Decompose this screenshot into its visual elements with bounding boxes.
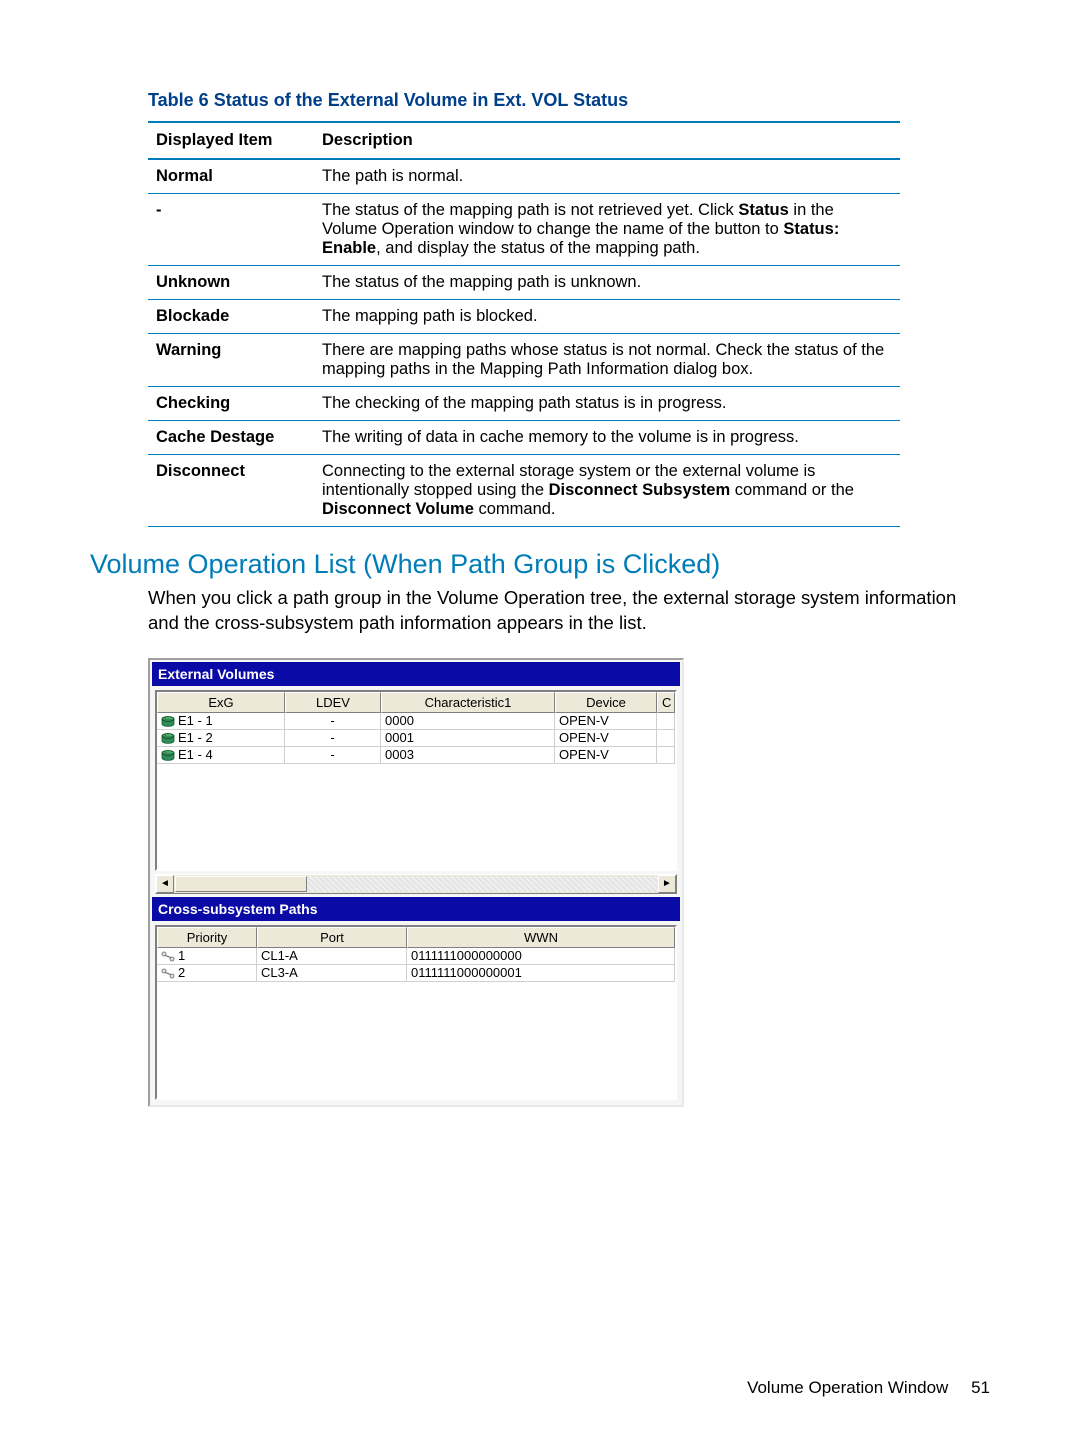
ev-cell-exg: E1 - 1 — [157, 713, 285, 730]
ev-header-char1[interactable]: Characteristic1 — [381, 692, 555, 713]
external-volume-row[interactable]: E1 - 1-0000OPEN-V — [157, 713, 675, 730]
ev-cell-ldev: - — [285, 730, 381, 747]
status-desc-cell: The mapping path is blocked. — [314, 300, 900, 334]
page-footer: Volume Operation Window 51 — [747, 1378, 990, 1398]
ev-cell-extra — [657, 730, 675, 747]
external-volumes-header-row: ExG LDEV Characteristic1 Device C — [157, 692, 675, 713]
status-item-cell: Warning — [148, 334, 314, 387]
footer-page-number: 51 — [971, 1378, 990, 1397]
status-item-cell: Blockade — [148, 300, 314, 334]
status-item-cell: Disconnect — [148, 455, 314, 527]
scroll-track[interactable] — [307, 876, 658, 892]
ev-cell-device: OPEN-V — [555, 747, 657, 764]
cp-cell-port: CL3-A — [257, 965, 407, 982]
ev-header-extra[interactable]: C — [657, 692, 675, 713]
ev-cell-ldev: - — [285, 713, 381, 730]
external-volumes-titlebar: External Volumes — [152, 662, 680, 686]
section-heading: Volume Operation List (When Path Group i… — [90, 549, 990, 580]
table-caption: Table 6 Status of the External Volume in… — [148, 90, 990, 111]
path-link-icon — [161, 951, 175, 962]
ev-cell-device: OPEN-V — [555, 730, 657, 747]
external-volume-row[interactable]: E1 - 4-0003OPEN-V — [157, 747, 675, 764]
cp-cell-port: CL1-A — [257, 948, 407, 965]
disk-icon — [161, 750, 175, 762]
cross-paths-grid[interactable]: Priority Port WWN 1CL1-A0111111000000000… — [155, 925, 677, 1100]
status-item-cell: - — [148, 194, 314, 266]
cp-header-wwn[interactable]: WWN — [407, 927, 675, 948]
status-desc-cell: The checking of the mapping path status … — [314, 387, 900, 421]
ev-cell-extra — [657, 713, 675, 730]
status-table-row: UnknownThe status of the mapping path is… — [148, 266, 900, 300]
status-item-cell: Normal — [148, 159, 314, 194]
status-table-row: BlockadeThe mapping path is blocked. — [148, 300, 900, 334]
path-link-icon — [161, 968, 175, 979]
status-desc-cell: There are mapping paths whose status is … — [314, 334, 900, 387]
cp-cell-priority: 1 — [157, 948, 257, 965]
status-desc-cell: The status of the mapping path is unknow… — [314, 266, 900, 300]
ev-cell-extra — [657, 747, 675, 764]
status-table-row: WarningThere are mapping paths whose sta… — [148, 334, 900, 387]
ev-cell-char1: 0003 — [381, 747, 555, 764]
scroll-left-icon[interactable]: ◄ — [156, 875, 174, 893]
external-volume-row[interactable]: E1 - 2-0001OPEN-V — [157, 730, 675, 747]
status-item-cell: Unknown — [148, 266, 314, 300]
ev-cell-char1: 0001 — [381, 730, 555, 747]
ev-cell-exg: E1 - 2 — [157, 730, 285, 747]
ev-header-ldev[interactable]: LDEV — [285, 692, 381, 713]
status-table-row: Cache DestageThe writing of data in cach… — [148, 421, 900, 455]
disk-icon — [161, 733, 175, 745]
disk-icon — [161, 716, 175, 728]
status-desc-cell: The status of the mapping path is not re… — [314, 194, 900, 266]
cross-path-row[interactable]: 2CL3-A0111111000000001 — [157, 965, 675, 982]
ev-cell-exg: E1 - 4 — [157, 747, 285, 764]
section-body-text: When you click a path group in the Volum… — [148, 586, 990, 636]
ev-cell-ldev: - — [285, 747, 381, 764]
status-desc-cell: The path is normal. — [314, 159, 900, 194]
external-volumes-hscrollbar[interactable]: ◄ ► — [155, 874, 677, 894]
ev-cell-device: OPEN-V — [555, 713, 657, 730]
scroll-thumb[interactable] — [175, 876, 307, 892]
cross-paths-titlebar: Cross-subsystem Paths — [152, 897, 680, 921]
status-table-row: CheckingThe checking of the mapping path… — [148, 387, 900, 421]
status-desc-cell: Connecting to the external storage syste… — [314, 455, 900, 527]
cp-cell-priority: 2 — [157, 965, 257, 982]
ev-header-device[interactable]: Device — [555, 692, 657, 713]
status-desc-cell: The writing of data in cache memory to t… — [314, 421, 900, 455]
cp-header-port[interactable]: Port — [257, 927, 407, 948]
status-table-row: DisconnectConnecting to the external sto… — [148, 455, 900, 527]
cp-cell-wwn: 0111111000000001 — [407, 965, 675, 982]
status-table: Displayed Item Description NormalThe pat… — [148, 121, 900, 527]
screenshot-panel: External Volumes ExG LDEV Characteristic… — [148, 658, 684, 1107]
cp-cell-wwn: 0111111000000000 — [407, 948, 675, 965]
cp-header-priority[interactable]: Priority — [157, 927, 257, 948]
cross-path-row[interactable]: 1CL1-A0111111000000000 — [157, 948, 675, 965]
ev-header-exg[interactable]: ExG — [157, 692, 285, 713]
status-item-cell: Cache Destage — [148, 421, 314, 455]
ev-cell-char1: 0000 — [381, 713, 555, 730]
status-item-cell: Checking — [148, 387, 314, 421]
status-table-row: NormalThe path is normal. — [148, 159, 900, 194]
status-table-header-item: Displayed Item — [148, 122, 314, 159]
scroll-right-icon[interactable]: ► — [658, 875, 676, 893]
footer-section-label: Volume Operation Window — [747, 1378, 948, 1397]
external-volumes-grid[interactable]: ExG LDEV Characteristic1 Device C E1 - 1… — [155, 690, 677, 871]
status-table-row: -The status of the mapping path is not r… — [148, 194, 900, 266]
cross-paths-header-row: Priority Port WWN — [157, 927, 675, 948]
status-table-header-desc: Description — [314, 122, 900, 159]
